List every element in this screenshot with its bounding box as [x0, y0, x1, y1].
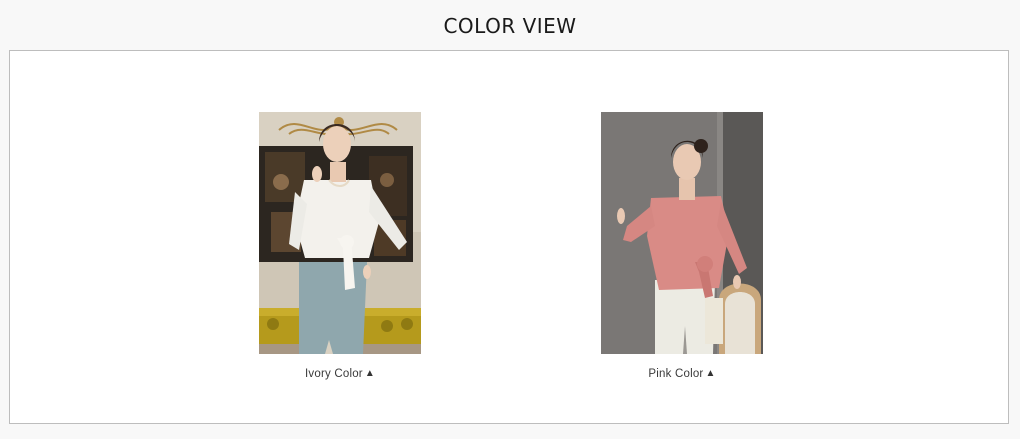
product-photo-ivory[interactable] [259, 112, 421, 354]
product-photo-pink[interactable] [601, 112, 763, 354]
triangle-up-icon: ▲ [705, 368, 716, 379]
color-view-panel: Ivory Color ▲ Pink Color ▲ [9, 50, 1009, 424]
color-name: Pink [648, 368, 672, 380]
color-name: Ivory [305, 368, 331, 380]
color-card-ivory[interactable]: Ivory Color ▲ [259, 112, 421, 380]
triangle-up-icon: ▲ [364, 368, 375, 379]
color-label-pink[interactable]: Pink Color ▲ [601, 368, 763, 380]
page: COLOR VIEW Ivory Color ▲ Pink Color ▲ [0, 0, 1020, 439]
color-card-pink[interactable]: Pink Color ▲ [601, 112, 763, 380]
color-suffix: Color [334, 368, 363, 380]
color-suffix: Color [674, 368, 704, 380]
color-label-ivory[interactable]: Ivory Color ▲ [259, 368, 421, 380]
page-title: COLOR VIEW [443, 14, 577, 38]
